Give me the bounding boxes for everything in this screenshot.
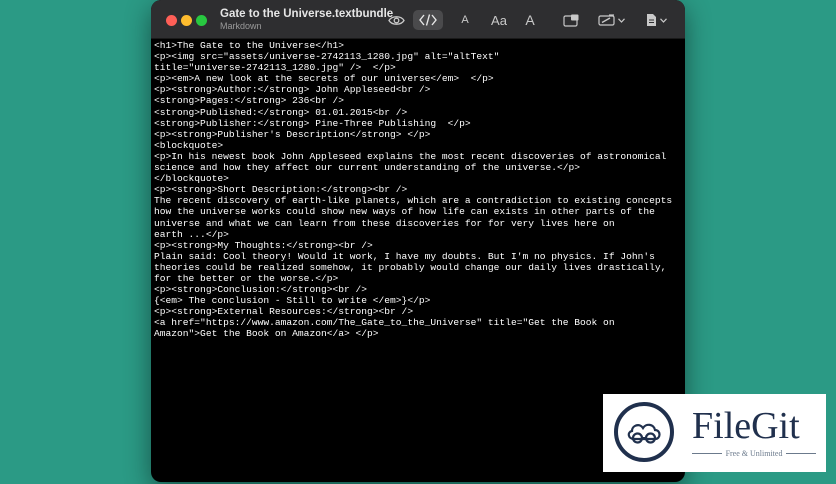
filegit-logo-icon [614, 402, 674, 462]
code-icon [419, 14, 437, 26]
code-line: <p><strong>Short Description:</strong><b… [154, 184, 408, 196]
minimize-window-button[interactable] [181, 15, 192, 26]
title-bar: Gate to the Universe.textbundle Markdown… [151, 0, 685, 39]
tagline-rule-right [786, 453, 817, 454]
close-window-button[interactable] [166, 15, 177, 26]
code-line: <strong>Published:</strong> 01.01.2015<b… [154, 106, 408, 118]
source-editor[interactable]: <h1>The Gate to the Universe</h1> <p><img… [154, 40, 681, 482]
tagline-text: Free & Unlimited [725, 449, 783, 458]
font-button[interactable]: Aa [486, 10, 512, 30]
code-line: <p><strong>External Resources:</strong><… [154, 306, 414, 318]
chevron-down-icon [659, 17, 667, 23]
code-line: universe and what we can learn from thes… [154, 217, 615, 229]
code-line: how the universe works could show new wa… [154, 206, 655, 218]
chevron-down-icon [617, 17, 625, 23]
code-line: <p><img src="assets/universe-2742113_128… [154, 51, 500, 63]
code-line: <p><strong>Author:</strong> John Applese… [154, 84, 431, 96]
code-line: for the better or the worse.</p> [154, 272, 339, 284]
document-icon [646, 13, 657, 27]
preview-button[interactable] [385, 10, 407, 30]
code-line: <p><strong>Publisher's Description</stro… [154, 128, 431, 140]
code-line: <a href="https://www.amazon.com/The_Gate… [154, 317, 615, 329]
export-button[interactable] [641, 10, 671, 30]
theme-button[interactable] [592, 10, 630, 30]
code-line: <p><strong>My Thoughts:</strong><br /> [154, 239, 373, 251]
code-line: theories could be realized somehow, it p… [154, 261, 667, 273]
layout-button[interactable] [560, 10, 582, 30]
tagline-rule-left [692, 453, 722, 454]
window-title-group: Gate to the Universe.textbundle Markdown [220, 8, 393, 32]
code-line: science and how they affect our current … [154, 162, 581, 174]
filegit-watermark: FileGit Free & Unlimited [603, 394, 826, 472]
watermark-tagline: Free & Unlimited [692, 449, 817, 458]
code-line: <p><strong>Conclusion:</strong><br /> [154, 284, 368, 296]
code-line: <strong>Pages:</strong> 236<br /> [154, 95, 344, 107]
document-type-label: Markdown [220, 21, 262, 31]
code-line: <blockquote> [154, 139, 224, 151]
theme-icon [597, 14, 615, 26]
code-line: {<em> The conclusion - Still to write </… [154, 295, 431, 307]
zoom-window-button[interactable] [196, 15, 207, 26]
code-line: earth ...</p> [154, 228, 229, 240]
watermark-brand-name: FileGit [692, 405, 800, 447]
source-code-button[interactable] [413, 10, 443, 30]
code-line: <p><em>A new look at the secrets of our … [154, 73, 494, 85]
code-line: title="universe-2742113_1280.jpg" /> </p… [154, 62, 396, 74]
code-line: <p>In his newest book John Appleseed exp… [154, 150, 667, 162]
code-line: Amazon">Get the Book on Amazon</a> </p> [154, 328, 379, 340]
code-line: <strong>Publisher:</strong> Pine-Three P… [154, 117, 471, 129]
eye-icon [387, 15, 405, 26]
increase-font-button[interactable]: A [521, 10, 539, 30]
window-title: Gate to the Universe.textbundle [220, 8, 394, 20]
code-line: Plain said: Cool theory! Would it work, … [154, 250, 655, 262]
code-line: The recent discovery of earth-like plane… [154, 195, 673, 207]
layout-icon [563, 14, 579, 27]
code-line: </blockquote> [154, 173, 229, 185]
decrease-font-button[interactable]: A [456, 10, 474, 30]
code-line: <h1>The Gate to the Universe</h1> [154, 40, 344, 51]
